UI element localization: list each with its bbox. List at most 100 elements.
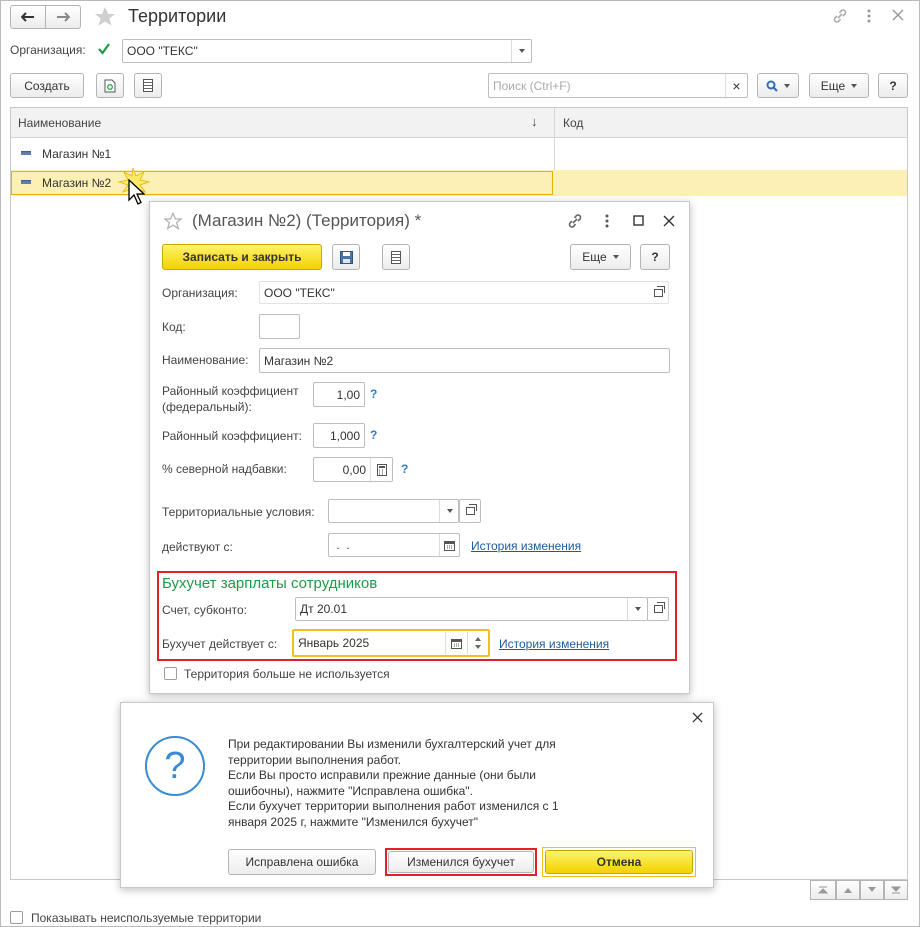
back-button[interactable] bbox=[10, 5, 46, 29]
account-dropdown[interactable] bbox=[627, 598, 647, 620]
chevron-down-icon bbox=[446, 509, 453, 513]
acc-from-calendar-button[interactable] bbox=[445, 632, 467, 654]
north-label: % северной надбавки: bbox=[162, 462, 287, 476]
arrow-down-icon bbox=[868, 887, 876, 892]
acc-history-link[interactable]: История изменения bbox=[499, 637, 609, 651]
unused-checkbox[interactable] bbox=[164, 667, 177, 680]
row-name: Магазин №2 bbox=[42, 176, 112, 190]
name-label: Наименование: bbox=[162, 353, 249, 367]
arrow-first-icon bbox=[818, 886, 828, 894]
column-header-code[interactable]: Код bbox=[563, 116, 583, 130]
page-title: Территории bbox=[128, 6, 227, 26]
acc-from-spinner[interactable] bbox=[467, 632, 487, 654]
search-clear-icon[interactable]: × bbox=[725, 74, 747, 97]
north-field[interactable]: 0,00 bbox=[313, 457, 393, 482]
account-open-icon[interactable] bbox=[647, 597, 669, 621]
scroll-bottom-button[interactable] bbox=[884, 880, 908, 900]
org-open-icon[interactable] bbox=[648, 283, 668, 302]
link-icon[interactable] bbox=[567, 213, 583, 229]
create-button[interactable]: Создать bbox=[10, 73, 84, 98]
search-button[interactable] bbox=[757, 73, 799, 98]
name-field[interactable]: Магазин №2 bbox=[259, 348, 670, 373]
save-and-close-button[interactable]: Записать и закрыть bbox=[162, 244, 322, 270]
form-more-button[interactable]: Еще bbox=[570, 244, 631, 270]
valid-from-value: . . bbox=[333, 538, 350, 552]
list-header bbox=[11, 108, 907, 138]
maximize-icon[interactable] bbox=[633, 215, 644, 226]
error-fixed-button[interactable]: Исправлена ошибка bbox=[228, 849, 376, 875]
dialog-close-icon[interactable] bbox=[692, 712, 703, 723]
scroll-up-button[interactable] bbox=[836, 880, 860, 900]
message-line: При редактировании Вы изменили бухгалтер… bbox=[228, 737, 556, 751]
coef-federal-label-2: (федеральный): bbox=[162, 400, 252, 414]
chevron-down-icon bbox=[612, 255, 619, 259]
dialog-message: При редактировании Вы изменили бухгалтер… bbox=[228, 737, 668, 830]
message-line: ошибочны), нажмите "Исправлена ошибка". bbox=[228, 783, 473, 798]
history-link[interactable]: История изменения bbox=[471, 539, 581, 553]
org-filter-dropdown[interactable] bbox=[511, 40, 531, 62]
form-help-button[interactable]: ? bbox=[640, 244, 670, 270]
arrow-right-icon bbox=[57, 12, 70, 22]
show-unused-label: Показывать неиспользуемые территории bbox=[31, 911, 262, 925]
item-icon bbox=[21, 151, 31, 155]
row-name: Магазин №1 bbox=[42, 147, 112, 161]
north-calc-button[interactable] bbox=[370, 458, 392, 481]
sort-down-icon[interactable]: ↓ bbox=[531, 114, 538, 129]
acc-from-value: Январь 2025 bbox=[298, 636, 370, 650]
org-filter-check-icon[interactable] bbox=[97, 42, 111, 56]
more-vertical-icon[interactable] bbox=[866, 8, 872, 24]
close-icon[interactable] bbox=[663, 215, 675, 227]
code-field[interactable] bbox=[259, 314, 300, 339]
star-icon[interactable] bbox=[94, 6, 116, 27]
account-field[interactable]: Дт 20.01 bbox=[295, 597, 648, 621]
more-vertical-icon[interactable] bbox=[604, 213, 610, 229]
coef-federal-help-icon[interactable]: ? bbox=[370, 387, 377, 401]
spin-up-icon bbox=[474, 637, 481, 641]
acc-from-label: Бухучет действует с: bbox=[162, 637, 278, 651]
help-button[interactable]: ? bbox=[878, 73, 908, 98]
show-unused-checkbox[interactable] bbox=[10, 911, 23, 924]
list-icon bbox=[143, 79, 153, 92]
calculator-icon bbox=[376, 463, 387, 476]
forward-button[interactable] bbox=[45, 5, 81, 29]
message-line: Если Вы просто исправили прежние данные … bbox=[228, 768, 536, 782]
link-icon[interactable] bbox=[832, 8, 848, 24]
favorite-star-icon[interactable] bbox=[164, 212, 182, 230]
column-header-name[interactable]: Наименование bbox=[18, 116, 101, 130]
arrow-last-icon bbox=[891, 886, 901, 894]
valid-from-calendar-button[interactable] bbox=[439, 534, 459, 556]
org-label: Организация: bbox=[162, 286, 238, 300]
close-icon[interactable] bbox=[892, 9, 904, 21]
more-label: Еще bbox=[820, 78, 846, 93]
calendar-icon bbox=[451, 638, 462, 649]
copy-button[interactable] bbox=[96, 73, 124, 98]
cancel-button[interactable]: Отмена bbox=[545, 850, 693, 874]
table-row[interactable] bbox=[11, 140, 907, 168]
org-filter-input[interactable]: ООО "ТЕКС" bbox=[122, 39, 532, 63]
coef-field[interactable]: 1,000 bbox=[313, 423, 365, 448]
unused-label: Территория больше не используется bbox=[184, 667, 390, 681]
more-button[interactable]: Еще bbox=[809, 73, 869, 98]
terr-cond-open-icon[interactable] bbox=[459, 499, 481, 523]
org-filter-label: Организация: bbox=[10, 43, 86, 57]
save-button[interactable] bbox=[332, 244, 360, 270]
chevron-down-icon bbox=[784, 83, 790, 88]
list-settings-button[interactable] bbox=[382, 244, 410, 270]
item-icon bbox=[21, 180, 31, 184]
list-settings-button[interactable] bbox=[134, 73, 162, 98]
scroll-top-button[interactable] bbox=[810, 880, 836, 900]
search-icon bbox=[766, 80, 778, 92]
scroll-down-button[interactable] bbox=[860, 880, 884, 900]
question-icon: ? bbox=[145, 736, 205, 796]
accounting-changed-button[interactable]: Изменился бухучет bbox=[388, 851, 534, 873]
account-value: Дт 20.01 bbox=[300, 602, 347, 616]
org-field[interactable]: ООО "ТЕКС" bbox=[259, 281, 669, 304]
search-input[interactable]: Поиск (Ctrl+F) × bbox=[488, 73, 748, 98]
north-help-icon[interactable]: ? bbox=[401, 462, 408, 476]
coef-federal-field[interactable]: 1,00 bbox=[313, 382, 365, 407]
message-line: января 2025 г, нажмите "Изменился бухуче… bbox=[228, 814, 479, 829]
coef-help-icon[interactable]: ? bbox=[370, 428, 377, 442]
terr-cond-dropdown[interactable] bbox=[439, 500, 459, 522]
coef-value: 1,000 bbox=[329, 428, 360, 443]
list-icon bbox=[391, 250, 401, 264]
